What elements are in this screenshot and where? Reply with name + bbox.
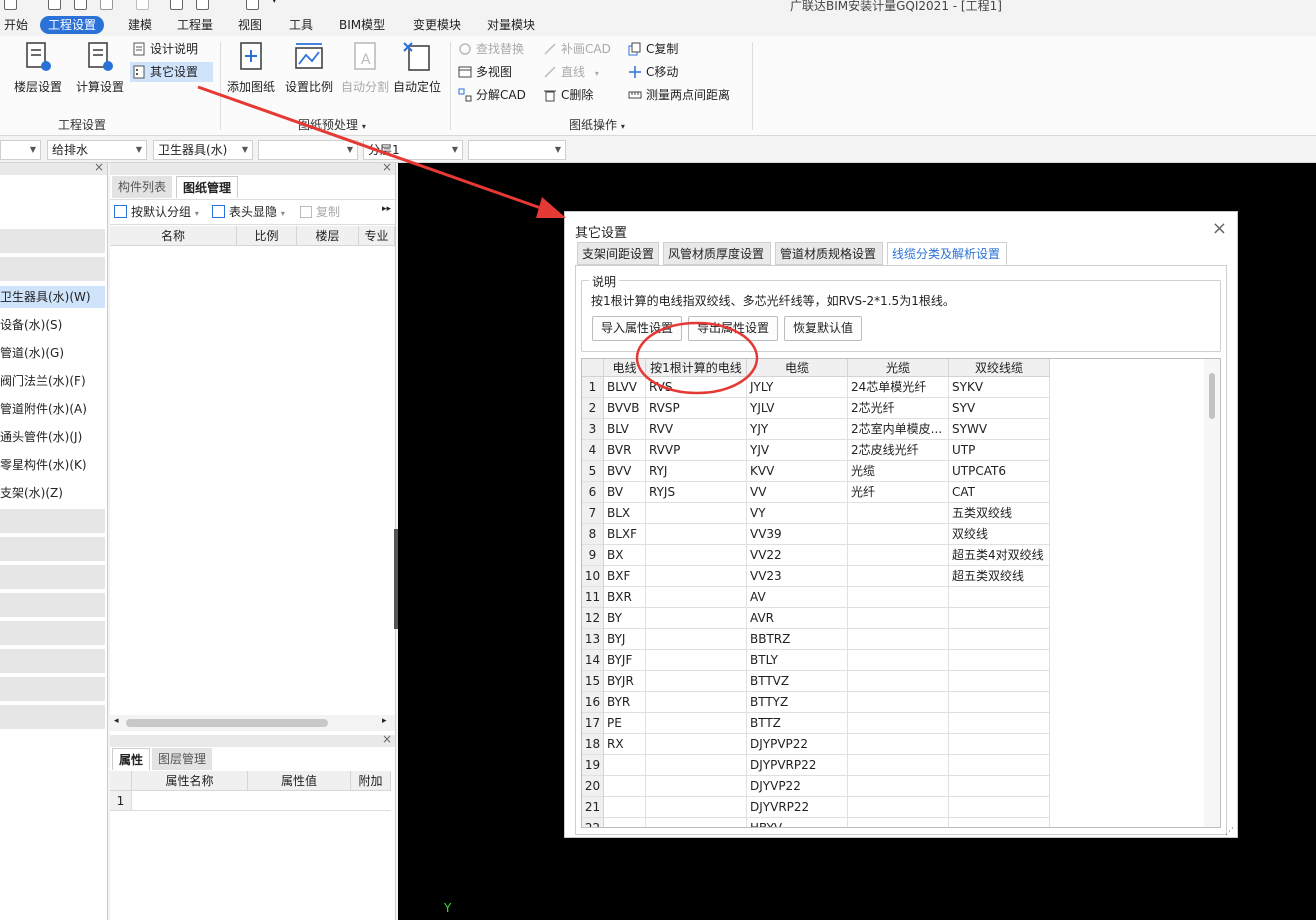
annotation-overlay [197,85,759,395]
annotation-circle [635,321,759,395]
annotation-arrow-head [536,197,566,218]
annotation-arrow-line [197,85,553,214]
